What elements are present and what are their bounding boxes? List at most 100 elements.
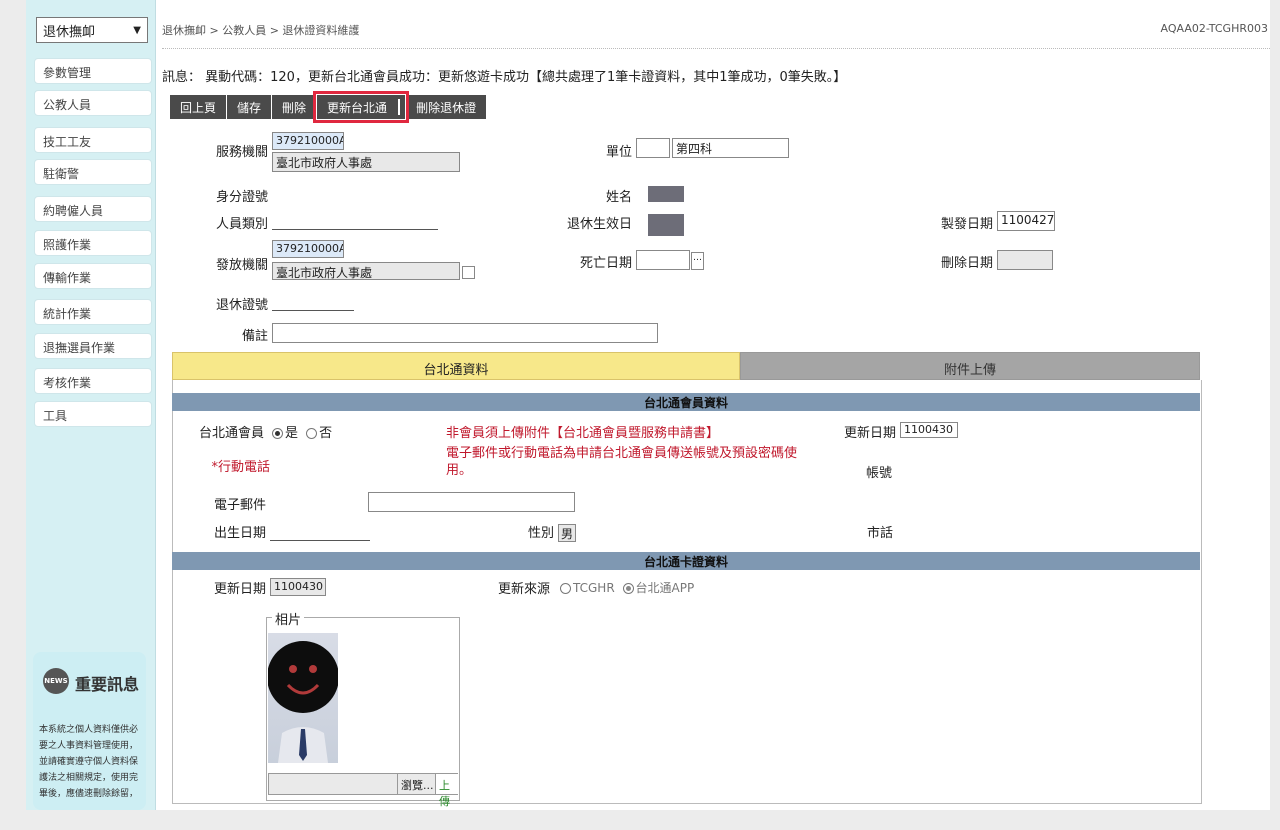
issuing-org-label: 發放機關 (215, 258, 268, 273)
program-code: AQAA02-TCGHR003 (1160, 22, 1269, 35)
sidebar-item-workers[interactable]: 技工工友 (34, 127, 152, 153)
retire-date-label: 退休生效日 (566, 217, 632, 232)
divider (162, 48, 1270, 49)
save-button[interactable]: 儲存 (227, 95, 272, 119)
card-no-field[interactable] (272, 310, 354, 311)
service-org-name: 臺北市政府人事處 (272, 152, 460, 172)
gender-field: 男 (558, 524, 576, 542)
module-select-value: 退休撫卹 (43, 24, 96, 40)
sidebar-item-contract[interactable]: 約聘僱人員 (34, 196, 152, 222)
unit-name-field[interactable]: 第四科 (672, 138, 789, 158)
sidebar-item-review[interactable]: 考核作業 (34, 368, 152, 394)
card-no-label: 退休證號 (215, 298, 268, 313)
source-tcghr-label: TCGHR (573, 581, 615, 595)
calendar-picker-button[interactable]: … (691, 252, 704, 270)
member-update-date-field: 1100430 (900, 422, 958, 438)
member-radio-group: 是 否 (272, 422, 332, 441)
browse-button[interactable]: 瀏覽... (397, 774, 435, 794)
tab-taipei-pass[interactable]: 台北通資料 (172, 352, 740, 380)
birth-field (270, 540, 370, 541)
unit-label: 單位 (605, 145, 632, 160)
issuing-org-code[interactable]: 379210000A (272, 240, 344, 258)
tab-attachments[interactable]: 附件上傳 (740, 352, 1200, 380)
sidebar-item-selection[interactable]: 退撫選員作業 (34, 333, 152, 359)
death-date-label: 死亡日期 (579, 256, 632, 271)
app-window: 退休撫卹 ▼ 參數管理 公教人員 技工工友 駐衛警 約聘僱人員 照護作業 傳輸作… (0, 0, 1280, 830)
member-notice: 非會員須上傳附件【台北通會員暨服務申請書】 (446, 426, 720, 441)
id-label: 身分證號 (215, 190, 268, 205)
name-label: 姓名 (605, 190, 632, 205)
module-select[interactable]: 退休撫卹 ▼ (36, 17, 148, 43)
news-title: 重要訊息 (75, 675, 140, 694)
back-button[interactable]: 回上頁 (170, 95, 227, 119)
sidebar-item-stats[interactable]: 統計作業 (34, 299, 152, 325)
bottom-margin (0, 810, 1280, 830)
service-org-code[interactable]: 379210000A (272, 132, 344, 150)
right-margin (1270, 0, 1280, 830)
sidebar-item-care[interactable]: 照護作業 (34, 230, 152, 256)
member-section-header: 台北通會員資料 (172, 393, 1200, 411)
name-field-masked (648, 186, 684, 202)
source-label: 更新來源 (497, 582, 550, 597)
issuing-org-picker-button[interactable] (462, 266, 475, 279)
mobile-label: *行動電話 (180, 456, 270, 475)
photo-file-input[interactable]: 瀏覽... 上傳 (268, 773, 459, 808)
update-taipei-pass-label: 更新台北通 (327, 101, 388, 115)
sidebar-item-transfer[interactable]: 傳輸作業 (34, 263, 152, 289)
member-label: 台北通會員 (198, 426, 264, 441)
member-no-radio[interactable] (306, 428, 318, 439)
remark-label: 備註 (241, 329, 268, 344)
card-update-date-field: 1100430 (270, 578, 326, 596)
source-radio-group: TCGHR 台北通APP (560, 579, 694, 596)
news-icon: NEWS (43, 668, 69, 694)
sidebar-item-staff[interactable]: 公教人員 (34, 90, 152, 116)
category-label: 人員類別 (215, 217, 268, 232)
city-label: 市話 (866, 526, 893, 541)
news-panel: NEWS 重要訊息 本系統之個人資料僅供必要之人事資料管理使用，並請確實遵守個人… (33, 652, 146, 810)
left-margin (0, 0, 26, 830)
person-photo-icon (267, 641, 339, 763)
gender-label: 性別 (527, 526, 554, 541)
sidebar-item-guards[interactable]: 駐衛警 (34, 159, 152, 185)
category-field[interactable] (272, 229, 438, 230)
retire-date-masked (648, 214, 684, 236)
source-app-label: 台北通APP (635, 581, 695, 595)
issue-date-field[interactable]: 1100427 (997, 211, 1055, 231)
birth-label: 出生日期 (213, 526, 266, 541)
photo-image (267, 633, 339, 763)
card-section-header: 台北通卡證資料 (172, 552, 1200, 570)
email-label: 電子郵件 (213, 498, 266, 513)
news-text: 本系統之個人資料僅供必要之人事資料管理使用，並請確實遵守個人資料保護法之相關規定… (39, 725, 139, 799)
toolbar: 回上頁 儲存 刪除 更新台北通 刪除退休證 (170, 91, 487, 123)
delete-card-button[interactable]: 刪除退休證 (406, 95, 487, 119)
upload-button[interactable]: 上傳 (435, 774, 459, 808)
card-update-date-label: 更新日期 (213, 582, 266, 597)
source-app-radio[interactable] (622, 583, 634, 594)
sidebar-item-tools[interactable]: 工具 (34, 401, 152, 427)
chevron-down-icon: ▼ (133, 24, 141, 36)
issuing-org-name: 臺北市政府人事處 (272, 262, 460, 280)
service-org-label: 服務機關 (215, 145, 268, 160)
member-no-label: 否 (319, 426, 333, 441)
status-message: 訊息： 異動代碼：120，更新台北通會員成功：更新悠遊卡成功【總共處理了1筆卡證… (162, 70, 847, 85)
remark-field[interactable] (272, 323, 658, 343)
unit-code-field[interactable] (636, 138, 670, 158)
cursor-marker (398, 99, 401, 115)
sidebar-item-params[interactable]: 參數管理 (34, 58, 152, 84)
delete-button[interactable]: 刪除 (272, 95, 317, 119)
email-field[interactable] (368, 492, 575, 512)
contact-notice: 電子郵件或行動電話為申請台北通會員傳送帳號及預設密碼使用。 (446, 446, 798, 478)
member-yes-radio[interactable] (272, 428, 283, 439)
member-yes-label: 是 (285, 426, 299, 441)
mobile-label-text: *行動電話 (211, 460, 270, 475)
delete-date-label: 刪除日期 (940, 256, 993, 271)
delete-date-field (997, 250, 1053, 270)
death-date-field[interactable] (636, 250, 690, 270)
issue-date-label: 製發日期 (940, 217, 993, 232)
source-tcghr-radio[interactable] (560, 583, 571, 594)
update-taipei-pass-button[interactable]: 更新台北通 (313, 91, 410, 123)
photo-legend: 相片 (272, 609, 305, 628)
member-update-date-label: 更新日期 (843, 426, 896, 441)
account-label: 帳號 (865, 466, 892, 481)
breadcrumb: 退休撫卹 > 公教人員 > 退休證資料維護 (162, 24, 360, 37)
